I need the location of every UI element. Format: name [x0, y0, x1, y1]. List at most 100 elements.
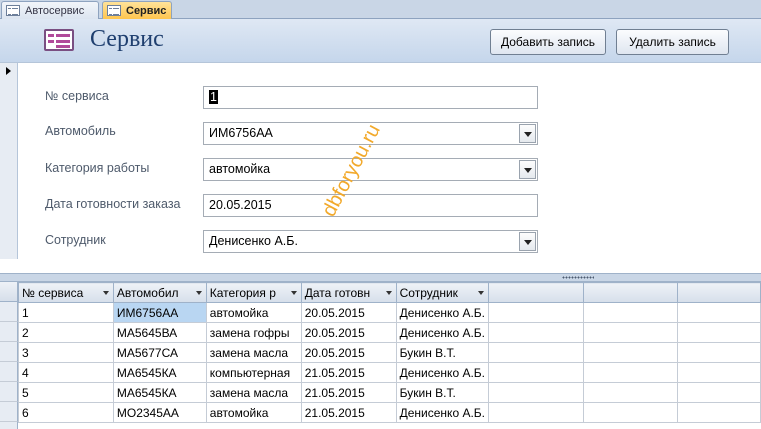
table-cell[interactable]: Денисенко А.Б. [395, 362, 490, 383]
service-number-field[interactable]: 1 [203, 86, 538, 109]
table-cell[interactable]: 20.05.2015 [300, 302, 397, 323]
row-selector[interactable] [0, 422, 18, 429]
empty-cell [677, 322, 761, 343]
split-form-divider[interactable] [0, 273, 761, 282]
column-dropdown-icon[interactable] [478, 291, 484, 295]
table-cell[interactable]: МА6545КА [112, 362, 207, 383]
table-row[interactable]: 6 МО2345АА автомойка 21.05.2015 Денисенк… [18, 402, 761, 423]
select-all-corner[interactable] [0, 282, 18, 302]
table-cell[interactable]: 1 [18, 302, 114, 323]
empty-cell [677, 362, 761, 383]
table-cell[interactable]: 20.05.2015 [300, 342, 397, 363]
column-header-work-category[interactable]: Категория р [205, 282, 302, 303]
column-header-empty[interactable] [582, 282, 679, 303]
table-cell[interactable]: 20.05.2015 [300, 322, 397, 343]
row-selector[interactable] [0, 342, 18, 362]
table-row[interactable]: 3 МА5677СА замена масла 20.05.2015 Букин… [18, 342, 761, 363]
table-cell[interactable]: 4 [18, 362, 114, 383]
column-dropdown-icon[interactable] [102, 291, 109, 295]
table-cell[interactable]: 21.05.2015 [300, 402, 397, 423]
column-dropdown-icon[interactable] [195, 291, 202, 295]
table-row[interactable]: 2 МА5645ВА замена гофры 20.05.2015 Денис… [18, 322, 761, 343]
empty-cell [488, 382, 584, 403]
table-row[interactable]: 1 ИМ6756АА автомойка 20.05.2015 Денисенк… [18, 302, 761, 323]
column-dropdown-icon[interactable] [290, 291, 297, 295]
empty-cell [488, 362, 584, 383]
car-value: ИМ6756АА [209, 126, 273, 140]
delete-record-button[interactable]: Удалить запись [616, 29, 729, 55]
table-cell[interactable]: ИМ6756АА [112, 302, 207, 323]
column-dropdown-icon[interactable] [385, 291, 392, 295]
employee-label: Сотрудник [45, 233, 106, 247]
column-header-empty[interactable] [677, 282, 761, 303]
column-header-ready-date[interactable]: Дата готовн [300, 282, 397, 303]
form-header: Сервис Добавить запись Удалить запись [0, 19, 761, 63]
empty-cell [677, 302, 761, 323]
table-cell[interactable]: компьютерная [205, 362, 302, 383]
ready-date-label: Дата готовности заказа [45, 197, 181, 211]
service-number-label: № сервиса [45, 89, 109, 103]
row-selector[interactable] [0, 382, 18, 402]
column-header-empty[interactable] [488, 282, 584, 303]
employee-dropdown-icon[interactable] [519, 232, 536, 251]
table-cell[interactable]: МО2345АА [112, 402, 207, 423]
table-cell[interactable]: 21.05.2015 [300, 362, 397, 383]
tab-servis[interactable]: Сервис [102, 1, 172, 19]
tab-avtoservis[interactable]: Автосервис [1, 1, 99, 19]
form-icon [44, 29, 74, 51]
table-cell[interactable]: автомойка [205, 402, 302, 423]
empty-cell [582, 362, 679, 383]
row-selector[interactable] [0, 362, 18, 382]
table-cell[interactable]: замена масла [205, 382, 302, 403]
employee-value: Денисенко А.Б. [209, 234, 298, 248]
empty-cell [488, 322, 584, 343]
work-category-combobox[interactable]: автомойка [203, 158, 538, 181]
empty-cell [488, 302, 584, 323]
add-record-button[interactable]: Добавить запись [490, 29, 606, 55]
table-row[interactable]: 5 МА6545КА замена масла 21.05.2015 Букин… [18, 382, 761, 403]
car-dropdown-icon[interactable] [519, 124, 536, 143]
table-cell[interactable]: Денисенко А.Б. [395, 322, 490, 343]
table-cell[interactable]: Букин В.Т. [395, 382, 490, 403]
table-cell[interactable]: 6 [18, 402, 114, 423]
column-header-service-number[interactable]: № сервиса [18, 282, 114, 303]
row-selector[interactable] [0, 302, 18, 322]
table-cell[interactable]: 5 [18, 382, 114, 403]
form-icon [6, 5, 20, 16]
table-cell[interactable]: 2 [18, 322, 114, 343]
empty-cell [582, 402, 679, 423]
table-cell[interactable]: замена гофры [205, 322, 302, 343]
datasheet: № сервиса Автомобил Категория р Дата гот… [0, 282, 761, 429]
ready-date-value: 20.05.2015 [209, 198, 272, 212]
table-cell[interactable]: автомойка [205, 302, 302, 323]
table-cell[interactable]: замена масла [205, 342, 302, 363]
empty-cell [677, 402, 761, 423]
form-icon [107, 5, 121, 16]
row-selector[interactable] [0, 322, 18, 342]
empty-cell [488, 342, 584, 363]
table-cell[interactable]: Денисенко А.Б. [395, 402, 490, 423]
car-label: Автомобиль [45, 124, 116, 138]
table-cell[interactable]: Денисенко А.Б. [395, 302, 490, 323]
table-cell[interactable]: 21.05.2015 [300, 382, 397, 403]
table-row[interactable]: 4 МА6545КА компьютерная 21.05.2015 Денис… [18, 362, 761, 383]
tab-label: Автосервис [25, 4, 85, 17]
column-header-car[interactable]: Автомобил [112, 282, 207, 303]
datasheet-table: № сервиса Автомобил Категория р Дата гот… [18, 282, 761, 423]
current-record-arrow-icon [6, 67, 11, 75]
ready-date-field[interactable]: 20.05.2015 [203, 194, 538, 217]
empty-cell [677, 342, 761, 363]
empty-cell [582, 342, 679, 363]
column-header-employee[interactable]: Сотрудник [395, 282, 490, 303]
table-cell[interactable]: МА6545КА [112, 382, 207, 403]
empty-cell [677, 382, 761, 403]
table-cell[interactable]: МА5677СА [112, 342, 207, 363]
employee-combobox[interactable]: Денисенко А.Б. [203, 230, 538, 253]
splitter-grip-icon[interactable] [562, 276, 594, 279]
work-category-dropdown-icon[interactable] [519, 160, 536, 179]
row-selector[interactable] [0, 402, 18, 422]
table-cell[interactable]: Букин В.Т. [395, 342, 490, 363]
record-selector[interactable] [0, 63, 18, 259]
table-cell[interactable]: МА5645ВА [112, 322, 207, 343]
table-cell[interactable]: 3 [18, 342, 114, 363]
